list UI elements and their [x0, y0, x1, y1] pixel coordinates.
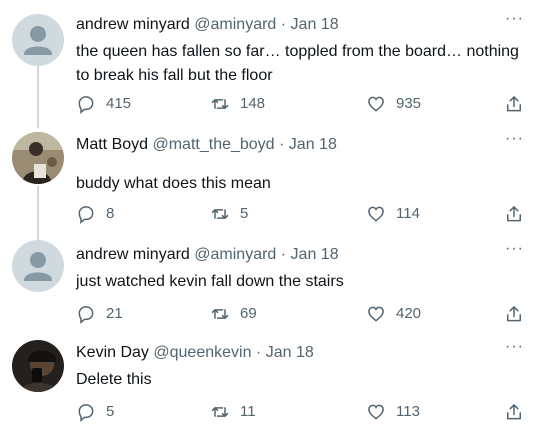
tweet-actions: 21 69 420 [76, 304, 526, 328]
tweet-actions: 415 148 935 [76, 94, 526, 118]
tweet[interactable]: Kevin Day @queenkevin · Jan 18 ··· Delet… [0, 332, 540, 436]
default-avatar-icon [12, 14, 64, 66]
share-button[interactable] [504, 402, 534, 422]
retweet-count: 69 [240, 305, 257, 322]
timestamp[interactable]: · Jan 18 [256, 344, 314, 361]
like-button[interactable]: 420 [366, 304, 421, 324]
display-name[interactable]: andrew minyard [76, 16, 190, 33]
like-button[interactable]: 935 [366, 94, 421, 114]
photo-avatar-icon [12, 340, 64, 392]
share-icon [507, 96, 521, 112]
like-count: 113 [396, 403, 420, 420]
avatar[interactable] [12, 14, 64, 66]
reply-button[interactable]: 21 [76, 304, 123, 324]
share-icon [507, 206, 521, 222]
heart-icon [368, 96, 384, 112]
retweet-icon [211, 309, 229, 319]
tweet-text: buddy what does this mean [76, 175, 271, 192]
retweet-button[interactable]: 11 [210, 402, 256, 422]
reply-button[interactable]: 5 [76, 402, 114, 422]
tweet-text: just watched kevin fall down the stairs [76, 273, 344, 290]
display-name[interactable]: andrew minyard [76, 246, 190, 263]
share-button[interactable] [504, 94, 534, 114]
retweet-button[interactable]: 69 [210, 304, 257, 324]
reply-icon [78, 96, 94, 114]
reply-count: 8 [106, 205, 115, 222]
retweet-icon [211, 99, 229, 109]
tweet[interactable]: andrew minyard @aminyard · Jan 18 ··· th… [0, 0, 540, 128]
heart-icon [368, 206, 384, 222]
reply-icon [78, 206, 94, 224]
share-icon [507, 306, 521, 322]
photo-avatar-icon [12, 132, 64, 184]
share-button[interactable] [504, 204, 534, 224]
retweet-count: 11 [240, 403, 256, 420]
avatar[interactable] [12, 240, 64, 292]
avatar[interactable] [12, 132, 64, 184]
reply-button[interactable]: 415 [76, 94, 131, 114]
tweet-header: Kevin Day @queenkevin · Jan 18 [76, 344, 314, 362]
timestamp[interactable]: · Jan 18 [279, 136, 337, 153]
heart-icon [368, 404, 384, 420]
tweet[interactable]: andrew minyard @aminyard · Jan 18 ··· ju… [0, 234, 540, 332]
reply-button[interactable]: 8 [76, 204, 114, 224]
reply-count: 5 [106, 403, 115, 420]
tweet-actions: 8 5 114 [76, 204, 526, 228]
tweet-actions: 5 11 113 [76, 402, 526, 426]
timestamp[interactable]: · Jan 18 [281, 16, 339, 33]
like-button[interactable]: 113 [366, 402, 420, 422]
more-options-icon[interactable]: ··· [505, 241, 524, 257]
reply-icon [78, 306, 94, 324]
more-options-icon[interactable]: ··· [505, 131, 524, 147]
tweet-text: the queen has fallen so far… toppled fro… [76, 43, 519, 84]
like-count: 935 [396, 95, 422, 112]
retweet-icon [211, 407, 229, 417]
display-name[interactable]: Kevin Day [76, 344, 149, 361]
handle[interactable]: @aminyard [194, 246, 276, 263]
default-avatar-icon [12, 240, 64, 292]
tweet-header: Matt Boyd @matt_the_boyd · Jan 18 [76, 136, 337, 154]
tweet-header: andrew minyard @aminyard · Jan 18 [76, 246, 339, 264]
avatar[interactable] [12, 340, 64, 392]
reply-icon [78, 404, 94, 422]
retweet-count: 148 [240, 95, 266, 112]
more-options-icon[interactable]: ··· [505, 11, 524, 27]
retweet-icon [211, 209, 229, 219]
tweet-header: andrew minyard @aminyard · Jan 18 [76, 16, 339, 34]
like-count: 420 [396, 305, 422, 322]
handle[interactable]: @aminyard [194, 16, 276, 33]
like-button[interactable]: 114 [366, 204, 420, 224]
more-options-icon[interactable]: ··· [505, 339, 524, 355]
like-count: 114 [396, 205, 420, 222]
share-icon [507, 404, 521, 420]
retweet-count: 5 [240, 205, 249, 222]
tweet[interactable]: Matt Boyd @matt_the_boyd · Jan 18 ··· bu… [0, 128, 540, 234]
reply-count: 415 [106, 95, 132, 112]
handle[interactable]: @queenkevin [153, 344, 251, 361]
retweet-button[interactable]: 5 [210, 204, 248, 224]
display-name[interactable]: Matt Boyd [76, 136, 148, 153]
timestamp[interactable]: · Jan 18 [281, 246, 339, 263]
handle[interactable]: @matt_the_boyd [152, 136, 274, 153]
heart-icon [368, 306, 384, 322]
share-button[interactable] [504, 304, 534, 324]
reply-count: 21 [106, 305, 123, 322]
retweet-button[interactable]: 148 [210, 94, 265, 114]
tweet-text: Delete this [76, 371, 152, 388]
